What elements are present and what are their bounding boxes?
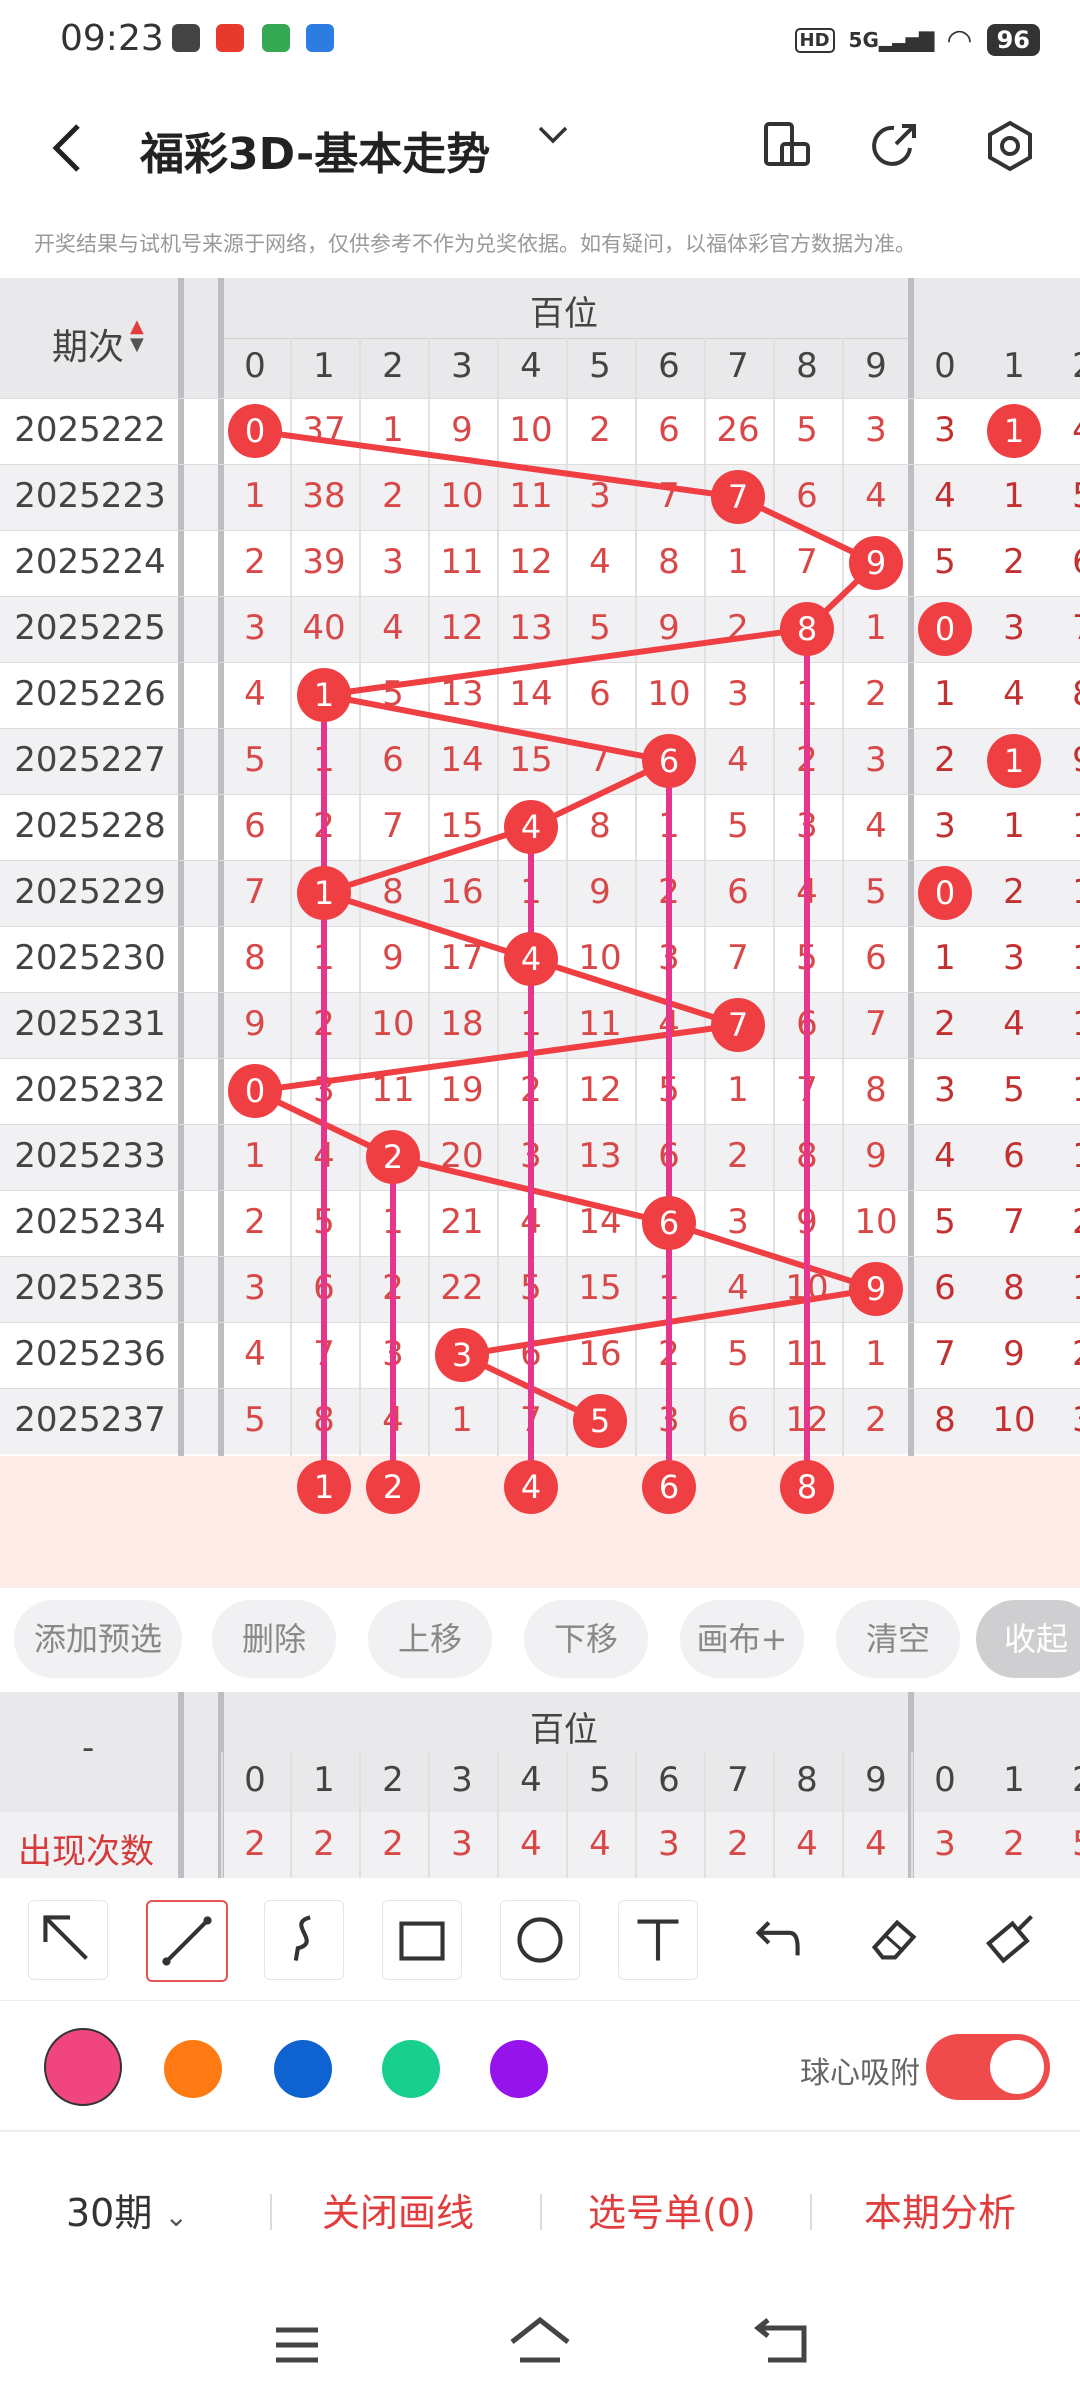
ticket-button[interactable]: 选号单(0) bbox=[588, 2182, 756, 2237]
stats-value: 2 bbox=[1003, 1824, 1025, 1864]
color-swatch[interactable] bbox=[164, 2040, 222, 2098]
arrow-icon[interactable] bbox=[28, 1900, 108, 1980]
stats-digit-header: 2 bbox=[1049, 1760, 1080, 1800]
stats-value: 4 bbox=[589, 1824, 611, 1864]
stats-digit-header: 7 bbox=[727, 1760, 749, 1800]
action-chip[interactable]: 添加预选 bbox=[14, 1600, 182, 1678]
color-swatch[interactable] bbox=[382, 2040, 440, 2098]
selected-pick-ball[interactable]: 4 bbox=[504, 1460, 558, 1514]
menu-icon[interactable] bbox=[272, 2320, 322, 2370]
action-chip[interactable]: 上移 bbox=[368, 1600, 492, 1678]
eraser-icon[interactable] bbox=[854, 1900, 932, 1978]
chevron-down-icon: ⌄ bbox=[164, 2200, 188, 2233]
stats-group-label: 百位 bbox=[530, 1710, 598, 1750]
color-swatch[interactable] bbox=[274, 2040, 332, 2098]
draw-ball: 0 bbox=[228, 1064, 282, 1118]
trend-lines bbox=[244, 428, 882, 1487]
draw-ball: 6 bbox=[642, 734, 696, 788]
selected-pick-ball[interactable]: 6 bbox=[642, 1460, 696, 1514]
home-icon[interactable] bbox=[508, 2316, 572, 2370]
stats-digit-header: 8 bbox=[796, 1760, 818, 1800]
draw-ball: 2 bbox=[366, 1130, 420, 1184]
bottom-bar: 30期 ⌄ 关闭画线 选号单(0) 本期分析 bbox=[0, 2130, 1080, 2272]
selected-pick-ball[interactable]: 2 bbox=[366, 1460, 420, 1514]
draw-ball: 7 bbox=[711, 998, 765, 1052]
back-nav-icon[interactable] bbox=[754, 2318, 810, 2368]
system-nav-bar bbox=[0, 2290, 1080, 2400]
stats-value: 3 bbox=[451, 1824, 473, 1864]
stats-value: 4 bbox=[865, 1824, 887, 1864]
draw-ball: 4 bbox=[504, 800, 558, 854]
action-chip[interactable]: 收起 bbox=[976, 1600, 1080, 1678]
draw-ball: 1 bbox=[987, 404, 1041, 458]
hundreds-trend-line bbox=[244, 428, 882, 1424]
stats-digit-header: 9 bbox=[865, 1760, 887, 1800]
draw-ball: 1 bbox=[987, 734, 1041, 788]
draw-ball: 0 bbox=[918, 866, 972, 920]
occurrence-label: 出现次数 bbox=[18, 1832, 154, 1872]
draw-ball: 1 bbox=[297, 866, 351, 920]
rectangle-icon[interactable] bbox=[382, 1900, 462, 1980]
draw-ball: 0 bbox=[918, 602, 972, 656]
stats-digit-header: 1 bbox=[1003, 1760, 1025, 1800]
color-swatch[interactable] bbox=[44, 2028, 122, 2106]
stats-digit-header: 0 bbox=[244, 1760, 266, 1800]
draw-ball: 7 bbox=[711, 470, 765, 524]
selected-pick-ball[interactable]: 1 bbox=[297, 1460, 351, 1514]
stats-digit-header: 6 bbox=[658, 1760, 680, 1800]
draw-ball: 0 bbox=[228, 404, 282, 458]
close-draw-button[interactable]: 关闭画线 bbox=[322, 2182, 474, 2237]
stats-digit-header: 0 bbox=[934, 1760, 956, 1800]
stats-value: 3 bbox=[658, 1824, 680, 1864]
stats-value: 4 bbox=[796, 1824, 818, 1864]
undo-icon[interactable] bbox=[736, 1900, 814, 1978]
action-chip[interactable]: 删除 bbox=[212, 1600, 336, 1678]
stats-value: 3 bbox=[934, 1824, 956, 1864]
stats-digit-header: 2 bbox=[382, 1760, 404, 1800]
stats-digit-header: 1 bbox=[313, 1760, 335, 1800]
line-icon[interactable] bbox=[146, 1900, 228, 1982]
stats-value: 2 bbox=[313, 1824, 335, 1864]
draw-ball: 3 bbox=[435, 1328, 489, 1382]
draw-ball: 9 bbox=[849, 536, 903, 590]
draw-ball: 9 bbox=[849, 1262, 903, 1316]
draw-ball: 8 bbox=[780, 602, 834, 656]
draw-ball: 1 bbox=[297, 668, 351, 722]
stats-digit-header: 5 bbox=[589, 1760, 611, 1800]
snap-label: 球心吸附 bbox=[800, 2056, 920, 2091]
color-swatch[interactable] bbox=[490, 2040, 548, 2098]
curve-icon[interactable] bbox=[264, 1900, 344, 1980]
clear-brush-icon[interactable] bbox=[972, 1900, 1050, 1978]
action-chip[interactable]: 下移 bbox=[524, 1600, 648, 1678]
stats-value: 5 bbox=[1049, 1824, 1080, 1864]
stats-digit-header: 3 bbox=[451, 1760, 473, 1800]
stats-value: 2 bbox=[727, 1824, 749, 1864]
period-select[interactable]: 30期 ⌄ bbox=[66, 2182, 188, 2237]
snap-toggle[interactable] bbox=[926, 2034, 1050, 2100]
stats-left-label: - bbox=[82, 1728, 95, 1768]
stats-digit-header: 4 bbox=[520, 1760, 542, 1800]
circle-icon[interactable] bbox=[500, 1900, 580, 1980]
draw-ball: 5 bbox=[573, 1394, 627, 1448]
stats-value: 2 bbox=[382, 1824, 404, 1864]
stats-value: 2 bbox=[244, 1824, 266, 1864]
draw-ball: 6 bbox=[642, 1196, 696, 1250]
action-chip[interactable]: 清空 bbox=[836, 1600, 960, 1678]
stats-value: 4 bbox=[520, 1824, 542, 1864]
draw-ball: 4 bbox=[504, 932, 558, 986]
text-icon[interactable] bbox=[618, 1900, 698, 1980]
action-chip[interactable]: 画布+ bbox=[680, 1600, 804, 1678]
analysis-button[interactable]: 本期分析 bbox=[864, 2182, 1016, 2237]
selected-pick-ball[interactable]: 8 bbox=[780, 1460, 834, 1514]
